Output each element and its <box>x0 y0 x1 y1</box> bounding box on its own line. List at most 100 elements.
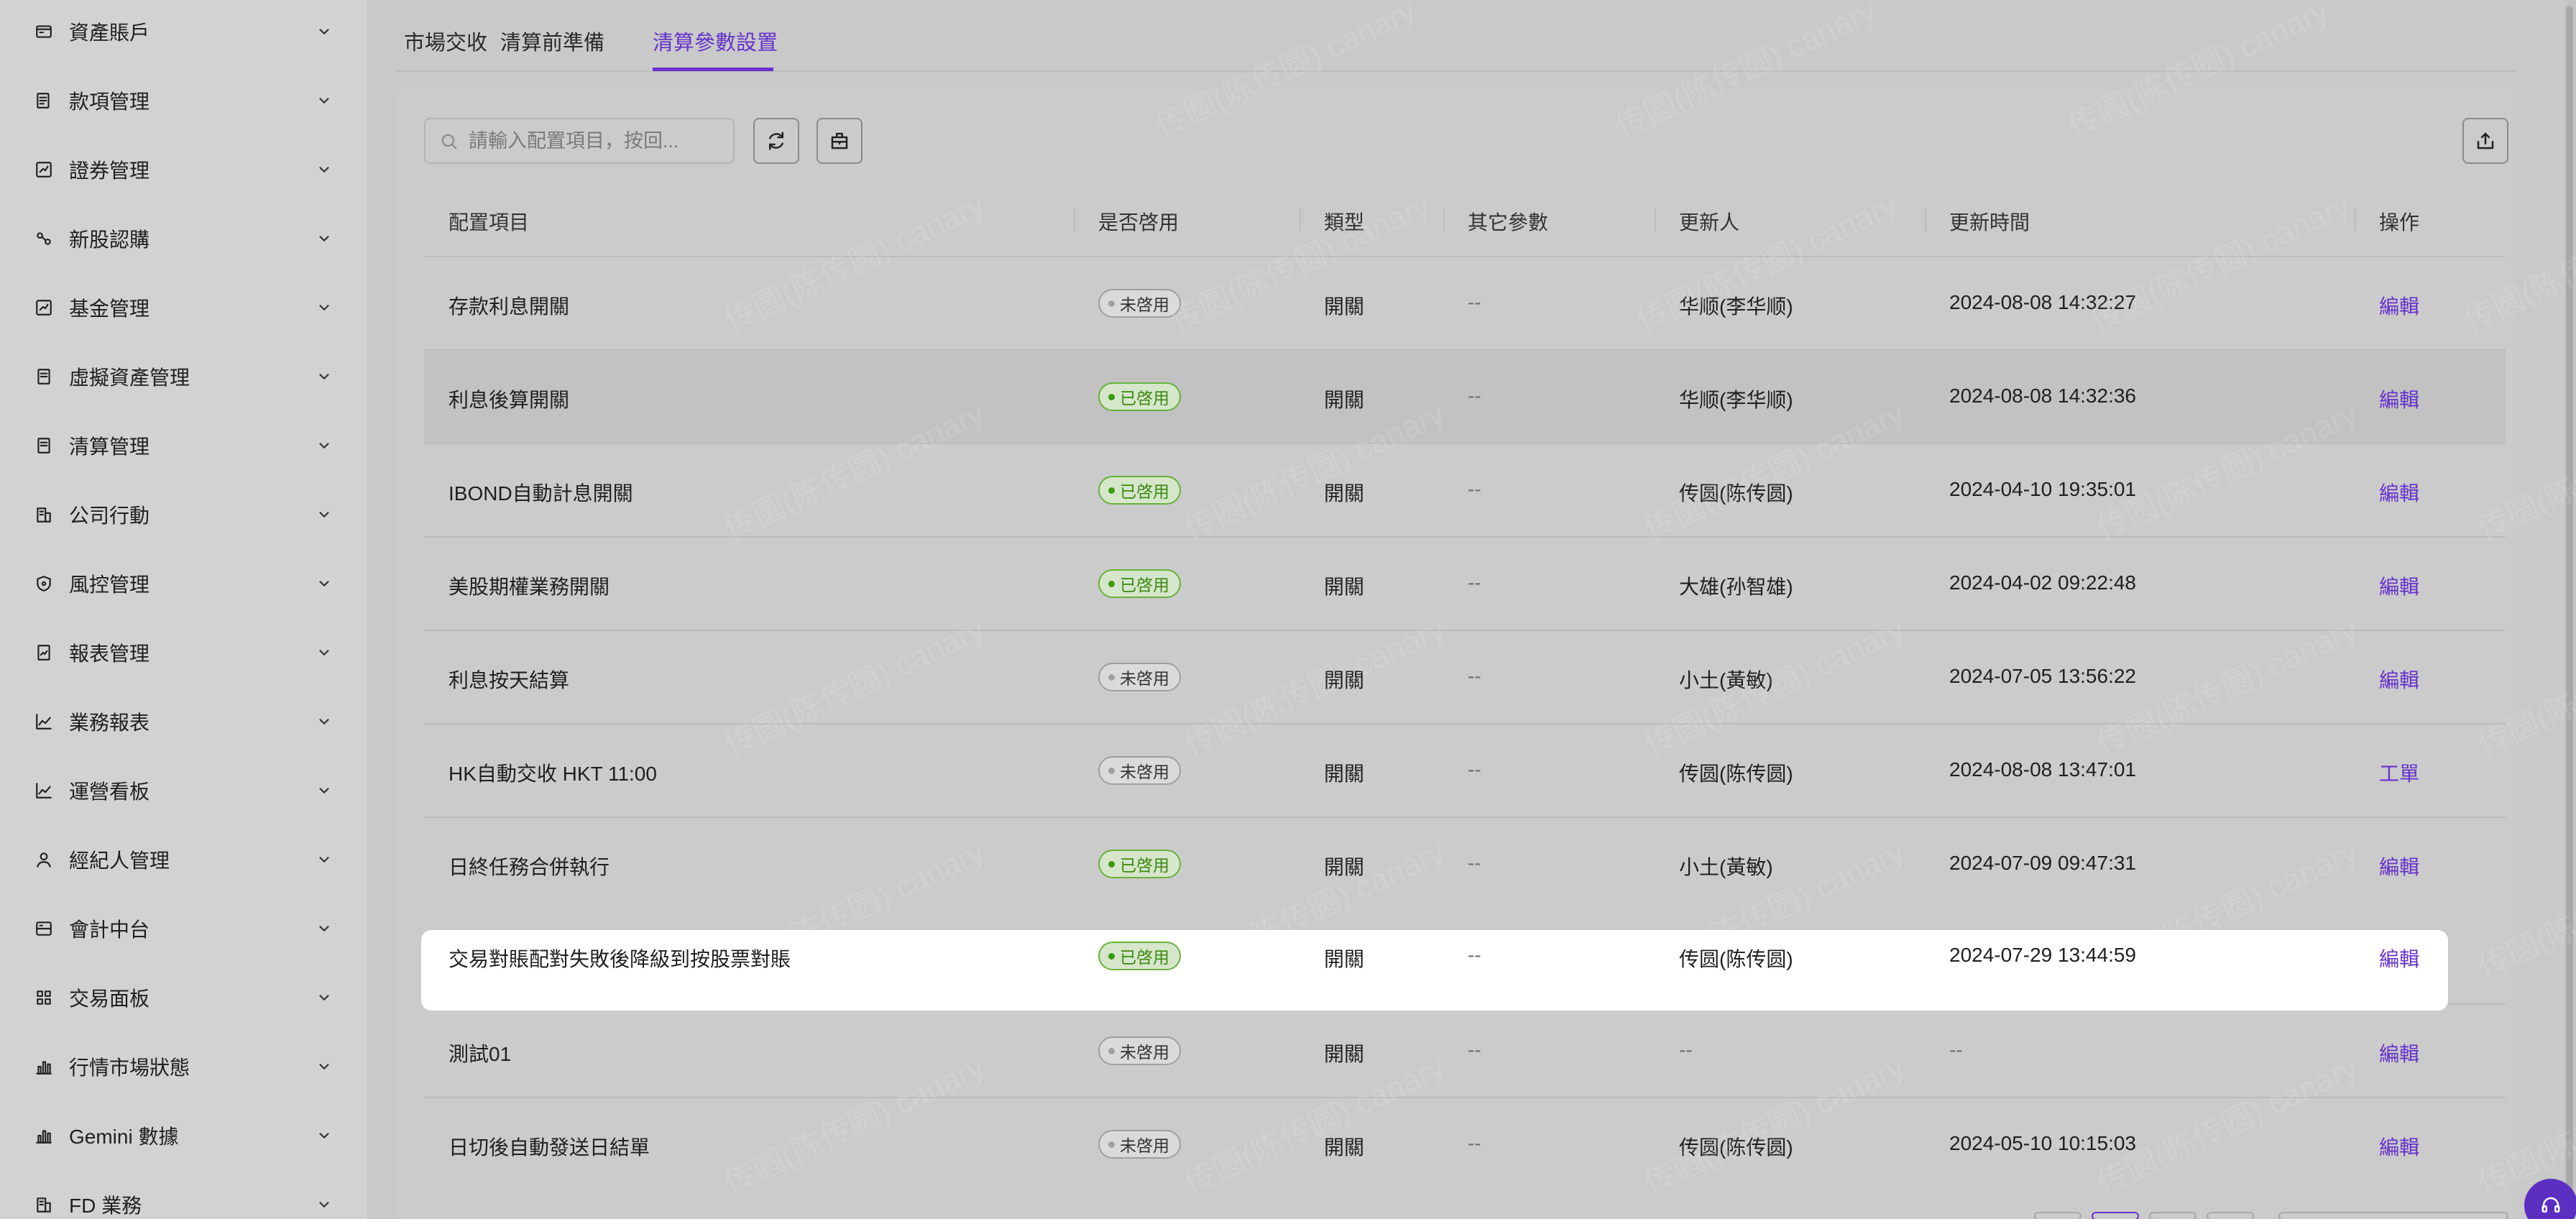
sidebar-item[interactable]: 會計中台 <box>0 894 367 963</box>
building-icon <box>34 505 53 524</box>
sidebar-item[interactable]: 資產賬戶 <box>0 0 367 66</box>
sidebar-item[interactable]: 證券管理 <box>0 135 367 204</box>
chevron-down-icon[interactable] <box>316 300 332 316</box>
table-row[interactable]: 利息按天結算 未啓用 開關 -- 小土(黃敏) 2024-07-05 13:56:22 編輯 <box>424 630 2506 723</box>
chevron-down-icon[interactable] <box>316 645 332 661</box>
edit-link[interactable]: 編輯 <box>2379 1039 2419 1067</box>
edit-link[interactable]: 編輯 <box>2379 291 2419 320</box>
table-row[interactable]: 美股期權業務開關 已啓用 開關 -- 大雄(孙智雄) 2024-04-02 09:22:4… <box>424 536 2506 630</box>
table-row[interactable]: 日終任務合併執行 已啓用 開關 -- 小土(黃敏) 2024-07-09 09:47:31… <box>424 816 2506 910</box>
edit-link[interactable]: 編輯 <box>2379 944 2419 972</box>
edit-link[interactable]: 編輯 <box>2379 665 2419 694</box>
table-row[interactable]: 交易對賬配對失敗後降級到按股票對賬 已啓用 開關 -- 传圆(陈传圆) 2024-07-2… <box>421 930 2448 1011</box>
search-input[interactable] <box>469 125 727 157</box>
table-row[interactable]: HK自動交收 HKT 11:00 未啓用 開關 -- 传圆(陈传圆) 2024-08-08… <box>424 723 2506 816</box>
update-time-cell: 2024-08-08 14:32:36 <box>1949 385 2136 407</box>
sidebar-item[interactable]: 運營看板 <box>0 756 367 825</box>
update-time-cell: 2024-04-02 09:22:48 <box>1949 571 2136 594</box>
table-row[interactable]: 利息後算開關 已啓用 開關 -- 华顺(李华顺) 2024-08-08 14:32:36 編… <box>424 349 2506 443</box>
pager-page[interactable] <box>2149 1212 2196 1219</box>
chevron-down-icon[interactable] <box>316 1128 332 1144</box>
sidebar-item[interactable]: 公司行動 <box>0 480 367 549</box>
status-badge: 未啓用 <box>1098 1130 1181 1159</box>
refresh-button[interactable] <box>753 118 799 164</box>
table-row[interactable]: 日切後自動發送日結單 未啓用 開關 -- 传圆(陈传圆) 2024-05-10 10:15… <box>424 1097 2506 1190</box>
tab-bar: 市場交收 清算前準備 清算參數設置 <box>395 0 2516 72</box>
chevron-down-icon[interactable] <box>316 1059 332 1075</box>
chevron-down-icon[interactable] <box>316 1197 332 1213</box>
header-updater: 更新人 <box>1679 211 1740 234</box>
chevron-down-icon[interactable] <box>316 852 332 868</box>
ticket-link[interactable]: 工單 <box>2379 758 2419 787</box>
params-cell: -- <box>1468 852 1481 874</box>
headset-icon <box>2542 1197 2560 1213</box>
updater-cell: 大雄(孙智雄) <box>1679 576 1793 598</box>
sidebar-item-label: 款項管理 <box>69 91 150 113</box>
tab-pre-clearing[interactable]: 清算前準備 <box>500 26 604 56</box>
link-icon <box>34 229 53 248</box>
config-item-name: HK自動交收 HKT 11:00 <box>448 763 657 785</box>
page-size-select[interactable] <box>2278 1212 2508 1219</box>
chevron-down-icon[interactable] <box>316 714 332 730</box>
table-row[interactable]: 測試01 未啓用 開關 -- -- -- 編輯 <box>424 1003 2506 1097</box>
tab-market-settlement[interactable]: 市場交收 <box>404 26 487 56</box>
chevron-down-icon[interactable] <box>316 93 332 109</box>
chevron-down-icon[interactable] <box>316 507 332 523</box>
update-time-cell: 2024-05-10 10:15:03 <box>1949 1132 2136 1154</box>
edit-link[interactable]: 編輯 <box>2379 1132 2419 1161</box>
chevron-down-icon[interactable] <box>316 921 332 937</box>
pager-prev[interactable] <box>2034 1212 2082 1219</box>
sidebar-item[interactable]: 新股認購 <box>0 204 367 273</box>
table-row[interactable]: IBOND自動計息開關 已啓用 開關 -- 传圆(陈传圆) 2024-04-10 19:3… <box>424 443 2506 536</box>
chevron-down-icon[interactable] <box>316 576 332 592</box>
sidebar-item[interactable]: 交易面板 <box>0 963 367 1032</box>
chevron-down-icon[interactable] <box>316 990 332 1006</box>
sidebar-item[interactable]: 業務報表 <box>0 687 367 756</box>
search-box[interactable] <box>424 118 735 164</box>
chart-box-icon <box>34 298 53 317</box>
header-separator <box>1074 207 1075 231</box>
chevron-down-icon[interactable] <box>316 438 332 454</box>
sidebar-item[interactable]: Gemini 數據 <box>0 1101 367 1170</box>
status-badge: 已啓用 <box>1098 850 1181 878</box>
sidebar-item[interactable]: 清算管理 <box>0 411 367 480</box>
edit-link[interactable]: 編輯 <box>2379 385 2419 413</box>
updater-cell: 华顺(李华顺) <box>1679 389 1793 411</box>
sidebar-item[interactable]: 報表管理 <box>0 618 367 687</box>
sidebar-item[interactable]: 基金管理 <box>0 273 367 342</box>
line-chart-icon <box>34 781 53 800</box>
chevron-down-icon[interactable] <box>316 231 332 247</box>
chevron-down-icon[interactable] <box>316 369 332 385</box>
search-icon <box>441 134 457 150</box>
config-card: 配置項目 是否啓用 類型 其它參數 更新人 更新時間 操作 存款利息開關未啓用開… <box>397 89 2514 1219</box>
edit-link[interactable]: 編輯 <box>2379 852 2419 880</box>
pager-page[interactable] <box>2092 1212 2139 1219</box>
scrollbar-thumb[interactable] <box>2566 6 2573 1199</box>
tab-clearing-params[interactable]: 清算參數設置 <box>653 26 778 56</box>
edit-link[interactable]: 編輯 <box>2379 571 2419 600</box>
pager-next[interactable] <box>2207 1212 2254 1219</box>
header-separator <box>2355 207 2356 231</box>
edit-link[interactable]: 編輯 <box>2379 478 2419 507</box>
type-cell: 開關 <box>1324 389 1365 411</box>
sidebar-item[interactable]: 風控管理 <box>0 549 367 618</box>
export-button[interactable] <box>2462 118 2508 164</box>
config-item-name: 利息後算開關 <box>448 389 570 411</box>
sidebar-item[interactable]: 行情市場狀態 <box>0 1032 367 1101</box>
status-dot-icon <box>1108 300 1115 307</box>
clear-button[interactable] <box>816 118 862 164</box>
status-badge-label: 未啓用 <box>1120 1043 1169 1062</box>
sidebar-item[interactable]: 虛擬資產管理 <box>0 342 367 411</box>
chevron-down-icon[interactable] <box>316 162 332 178</box>
chevron-down-icon[interactable] <box>316 24 332 40</box>
status-badge: 已啓用 <box>1098 942 1181 970</box>
sidebar-item[interactable]: 款項管理 <box>0 66 367 135</box>
sidebar-item[interactable]: FD 業務 <box>0 1170 367 1219</box>
params-cell: -- <box>1468 944 1481 966</box>
sidebar-item[interactable]: 經紀人管理 <box>0 825 367 894</box>
document-icon <box>34 436 53 455</box>
chevron-down-icon[interactable] <box>316 783 332 799</box>
config-item-name: 日切後自動發送日結單 <box>448 1136 650 1159</box>
table-row[interactable]: 存款利息開關 未啓用 開關 -- 华顺(李华顺) 2024-08-08 14:32:27 編… <box>424 256 2506 349</box>
refresh-icon <box>769 132 783 150</box>
